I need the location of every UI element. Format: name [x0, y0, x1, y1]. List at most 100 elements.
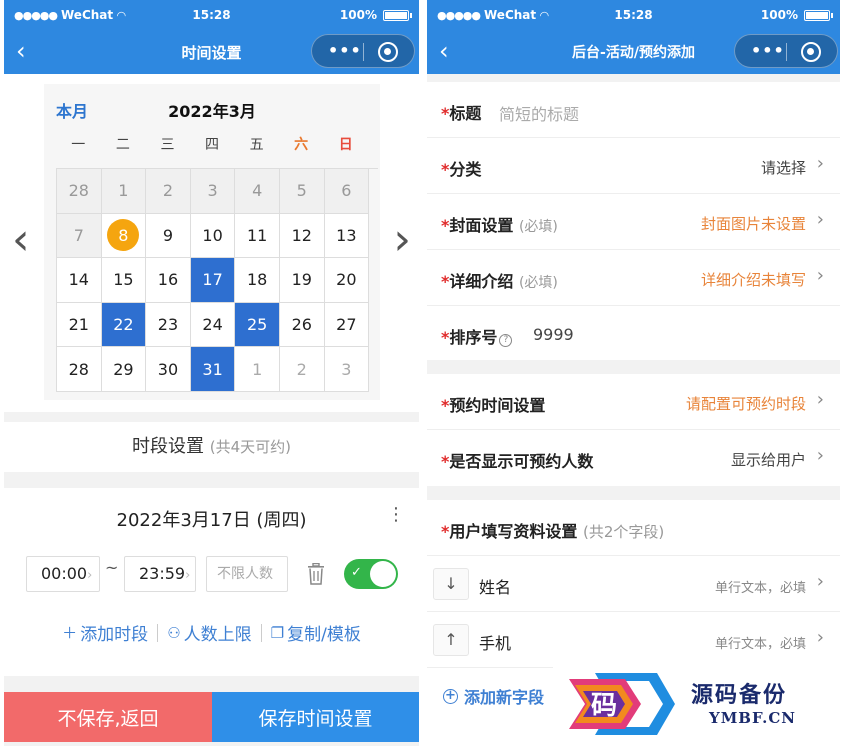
- question-icon[interactable]: ?: [499, 334, 513, 347]
- calendar-day[interactable]: 19: [279, 258, 325, 303]
- calendar-day-number: 14: [68, 270, 89, 290]
- calendar-day-selected[interactable]: 22: [101, 302, 147, 348]
- calendar-day[interactable]: 14: [57, 258, 102, 303]
- more-dots-icon[interactable]: •••: [328, 43, 362, 59]
- calendar-day-number: 3: [207, 181, 218, 201]
- slot-actions: ＋添加时段 ⚇ 人数上限 ❐ 复制/模板: [4, 620, 419, 645]
- cover-status: 封面图片未设置: [700, 215, 806, 233]
- calendar-day-number: 30: [157, 359, 179, 379]
- calendar-day[interactable]: 9: [146, 213, 191, 259]
- toggle-knob: [370, 561, 396, 587]
- calendar-day[interactable]: 10: [190, 213, 236, 259]
- calendar-day[interactable]: 28: [57, 347, 102, 392]
- field-item[interactable]: ↓ 姓名 单行文本，必填 ›: [427, 556, 840, 612]
- calendar-day[interactable]: 1: [101, 169, 147, 214]
- slot-enabled-toggle[interactable]: ✓: [344, 559, 398, 589]
- calendar-day[interactable]: 20: [324, 258, 370, 303]
- watermark-logo-char: 码: [591, 691, 617, 721]
- calendar-day[interactable]: 11: [235, 213, 280, 259]
- show-count-row[interactable]: *是否显示可预约人数 显示给用户 ›: [427, 430, 840, 486]
- calendar-day-number: 7: [73, 225, 84, 245]
- calendar-day-number: 4: [252, 181, 263, 201]
- add-slot-label: 添加时段: [80, 625, 149, 645]
- calendar-day[interactable]: 15: [101, 258, 147, 303]
- people-limit-button[interactable]: ⚇ 人数上限: [167, 620, 251, 646]
- title-row[interactable]: *标题 简短的标题: [427, 82, 840, 138]
- calendar-day[interactable]: 1: [235, 347, 280, 392]
- calendar-day[interactable]: 2: [279, 347, 325, 392]
- calendar-day-today[interactable]: 8: [101, 213, 147, 259]
- arrow-up-icon[interactable]: ↑: [433, 624, 469, 656]
- capsule-divider: [786, 43, 787, 61]
- arrow-down-icon[interactable]: ↓: [433, 568, 469, 600]
- next-month-arrow-icon[interactable]: ›: [393, 218, 411, 262]
- copy-template-label: 复制/模板: [287, 625, 361, 645]
- calendar-day-selected[interactable]: 17: [190, 258, 236, 303]
- calendar-day-number: 19: [291, 270, 312, 290]
- calendar-day[interactable]: 21: [57, 302, 102, 348]
- start-time-picker[interactable]: 00:00›: [26, 556, 100, 592]
- calendar-day[interactable]: 28: [57, 169, 102, 214]
- phone-activity-add: ●●●●● WeChat ◠ 15:28 100% ‹ 后台-活动/预约添加 •••…: [427, 0, 840, 746]
- calendar-day[interactable]: 2: [146, 169, 191, 214]
- chevron-right-icon: ›: [816, 209, 824, 230]
- calendar-day[interactable]: 29: [101, 347, 147, 392]
- calendar-day-selected[interactable]: 31: [190, 347, 236, 392]
- user-fields-label: *用户填写资料设置 (共2个字段): [441, 522, 665, 541]
- trash-icon[interactable]: [307, 563, 325, 585]
- calendar-day[interactable]: 23: [146, 302, 191, 348]
- vertical-more-icon[interactable]: ⋮: [387, 506, 405, 524]
- chevron-right-icon: ›: [185, 568, 191, 583]
- calendar-day-selected[interactable]: 25: [235, 302, 280, 348]
- calendar-day-number: 5: [296, 181, 307, 201]
- mini-program-capsule: •••: [734, 34, 838, 68]
- detail-row[interactable]: *详细介绍 (必填) 详细介绍未填写 ›: [427, 250, 840, 306]
- calendar-day[interactable]: 24: [190, 302, 236, 348]
- copy-template-button[interactable]: ❐ 复制/模板: [271, 620, 361, 646]
- calendar-day[interactable]: 27: [324, 302, 370, 348]
- calendar-day[interactable]: 3: [324, 347, 370, 392]
- category-row[interactable]: *分类 请选择 ›: [427, 138, 840, 194]
- close-circle-icon[interactable]: [801, 42, 821, 62]
- plus-icon: ＋: [62, 624, 78, 642]
- calendar-day[interactable]: 18: [235, 258, 280, 303]
- weekday-header: 一 二 三 四 五 六 日: [56, 134, 368, 154]
- more-dots-icon[interactable]: •••: [751, 43, 785, 59]
- prev-month-arrow-icon[interactable]: ‹: [12, 218, 30, 262]
- user-fields-header: *用户填写资料设置 (共2个字段): [427, 500, 840, 556]
- calendar-day[interactable]: 12: [279, 213, 325, 259]
- calendar-day[interactable]: 4: [235, 169, 280, 214]
- chevron-right-icon: ›: [816, 571, 824, 592]
- calendar-day[interactable]: 6: [324, 169, 370, 214]
- calendar-day[interactable]: 26: [279, 302, 325, 348]
- calendar-day[interactable]: 3: [190, 169, 236, 214]
- order-input[interactable]: 9999: [533, 325, 574, 344]
- calendar-day-number: 6: [341, 181, 352, 201]
- slot-settings-header: 时段设置 (共4天可约): [4, 422, 419, 472]
- discard-back-button[interactable]: 不保存,返回: [4, 692, 212, 742]
- save-time-settings-button[interactable]: 保存时间设置: [212, 692, 419, 742]
- this-month-button[interactable]: 本月: [56, 98, 88, 122]
- close-circle-icon[interactable]: [378, 42, 398, 62]
- booking-time-row[interactable]: *预约时间设置 请配置可预约时段 ›: [427, 374, 840, 430]
- calendar-day[interactable]: 16: [146, 258, 191, 303]
- calendar-day-number: 26: [291, 315, 312, 335]
- calendar-day[interactable]: 7: [57, 213, 102, 259]
- title-input[interactable]: 简短的标题: [499, 101, 579, 125]
- weekday: 五: [249, 137, 264, 153]
- add-slot-button[interactable]: ＋添加时段: [62, 620, 148, 645]
- order-label: *排序号?: [441, 324, 513, 348]
- check-icon: ✓: [351, 565, 362, 580]
- people-limit-input[interactable]: 不限人数: [206, 556, 288, 592]
- chevron-right-icon: ›: [816, 265, 824, 286]
- booking-time-status: 请配置可预约时段: [685, 395, 806, 413]
- users-icon: ⚇: [167, 623, 181, 642]
- calendar-day[interactable]: 13: [324, 213, 370, 259]
- calendar-day[interactable]: 5: [279, 169, 325, 214]
- cover-row[interactable]: *封面设置 (必填) 封面图片未设置 ›: [427, 194, 840, 250]
- field-item[interactable]: ↑ 手机 单行文本，必填 ›: [427, 612, 840, 668]
- end-time-picker[interactable]: 23:59›: [124, 556, 196, 592]
- calendar-day[interactable]: 30: [146, 347, 191, 392]
- add-field-button[interactable]: + 添加新字段: [443, 684, 544, 708]
- calendar-month-title: 2022年3月: [168, 102, 256, 121]
